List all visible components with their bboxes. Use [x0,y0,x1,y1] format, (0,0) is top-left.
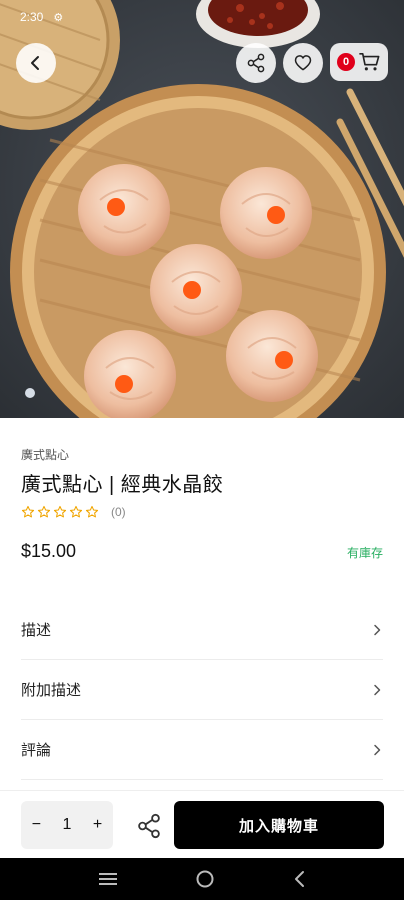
system-navigation-bar [0,858,404,900]
accordion-reviews[interactable]: 評論 [21,720,383,780]
chevron-left-icon [31,56,39,70]
accordion-label: 描述 [21,622,52,639]
quantity-stepper: − 1 + [21,801,113,849]
status-bar: 2:30 ⚙ [20,10,63,24]
heart-icon [294,55,312,71]
rating-row[interactable]: (0) [21,505,126,519]
bottom-action-bar: − 1 + 加入購物車 [0,790,404,858]
accordion-additional-description[interactable]: 附加描述 [21,660,383,720]
status-time: 2:30 [20,10,44,24]
star-outline-icon [53,505,67,518]
product-price: $15.00 [21,541,77,561]
stock-status: 有庫存 [346,546,383,560]
home-icon[interactable] [195,869,215,889]
favorite-button[interactable] [283,43,323,83]
share-button[interactable] [236,43,276,83]
cart-button[interactable]: 0 [330,43,388,81]
chevron-right-icon [374,624,381,635]
star-outline-icon [37,505,51,518]
product-title: 廣式點心 | 經典水晶餃 [21,474,224,496]
gear-icon: ⚙ [53,11,64,24]
star-outline-icon [21,505,35,518]
carousel-indicator[interactable] [25,388,35,398]
back-button[interactable] [16,43,56,83]
star-rating [21,505,99,519]
back-nav-icon[interactable] [292,870,306,888]
recent-apps-icon[interactable] [98,871,118,887]
decrease-quantity-button[interactable]: − [32,816,41,834]
cart-icon [359,53,380,71]
share-icon [247,53,265,73]
cart-count-badge: 0 [337,53,355,71]
accordion-label: 評論 [21,742,52,759]
star-outline-icon [85,505,99,518]
share-icon[interactable] [136,813,162,839]
product-category[interactable]: 廣式點心 [21,446,69,463]
chevron-right-icon [374,684,381,695]
product-details-accordion: 描述 附加描述 評論 [21,600,383,780]
accordion-label: 附加描述 [21,682,82,699]
increase-quantity-button[interactable]: + [93,816,102,834]
star-outline-icon [69,505,83,518]
chevron-right-icon [374,744,381,755]
add-to-cart-button[interactable]: 加入購物車 [174,801,384,849]
accordion-description[interactable]: 描述 [21,600,383,660]
quantity-value[interactable]: 1 [63,816,72,834]
review-count: (0) [111,505,126,519]
